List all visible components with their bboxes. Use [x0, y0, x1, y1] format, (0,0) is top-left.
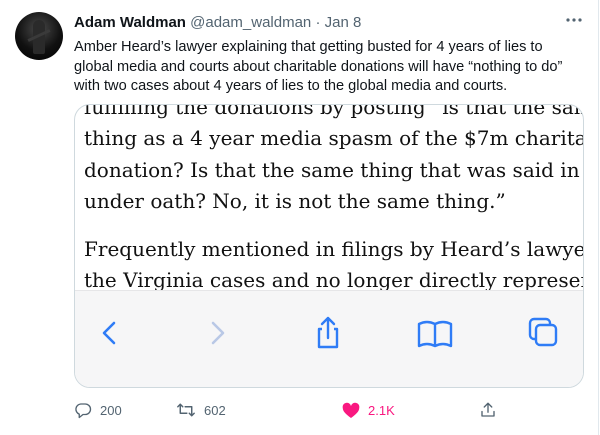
like-button[interactable]: 2.1K [342, 398, 395, 422]
author-handle[interactable]: @adam_waldman [190, 14, 311, 31]
share-upload-icon [481, 402, 495, 417]
author-name[interactable]: Adam Waldman [74, 14, 186, 31]
tweet-text: Amber Heard’s lawyer explaining that get… [74, 39, 563, 94]
reply-count: 200 [100, 402, 122, 418]
heart-icon [342, 402, 360, 418]
reply-button[interactable]: 200 [74, 398, 122, 422]
retweet-icon [177, 403, 195, 417]
article-line: Frequently mentioned in filings by Heard… [84, 237, 583, 261]
share-icon[interactable] [308, 313, 348, 353]
share-tweet-button[interactable] [479, 398, 497, 422]
article-line: fulfilling the donations by posting” is … [84, 105, 583, 119]
article-line: the Virginia cases and no longer directl… [84, 268, 583, 290]
tweet-card[interactable]: Adam Waldman @adam_waldman · Jan 8 Amber… [0, 0, 599, 435]
tabs-icon[interactable] [523, 313, 563, 353]
bookmarks-book-icon[interactable] [415, 313, 455, 353]
tweet-header: Adam Waldman @adam_waldman · Jan 8 [74, 14, 361, 31]
article-line: under oath? No, it is not the same thing… [84, 189, 506, 213]
browser-toolbar [75, 290, 583, 387]
article-line: thing as a 4 year media spasm of the $7m… [84, 126, 583, 150]
avatar[interactable] [15, 12, 63, 60]
like-count: 2.1K [368, 402, 395, 418]
more-horizontal-icon[interactable] [562, 12, 586, 32]
header-separator: · [315, 14, 321, 31]
tweet-date[interactable]: Jan 8 [325, 14, 362, 31]
retweet-count: 602 [204, 402, 226, 418]
reply-icon [75, 403, 92, 419]
retweet-button[interactable]: 602 [176, 398, 226, 422]
article-line: donation? Is that the same thing that wa… [84, 158, 583, 182]
article-page: fulfilling the donations by posting” is … [75, 105, 583, 290]
tweet-media-screenshot[interactable]: fulfilling the donations by posting” is … [74, 104, 584, 388]
forward-chevron-icon[interactable] [197, 313, 237, 353]
back-chevron-icon[interactable] [90, 313, 130, 353]
